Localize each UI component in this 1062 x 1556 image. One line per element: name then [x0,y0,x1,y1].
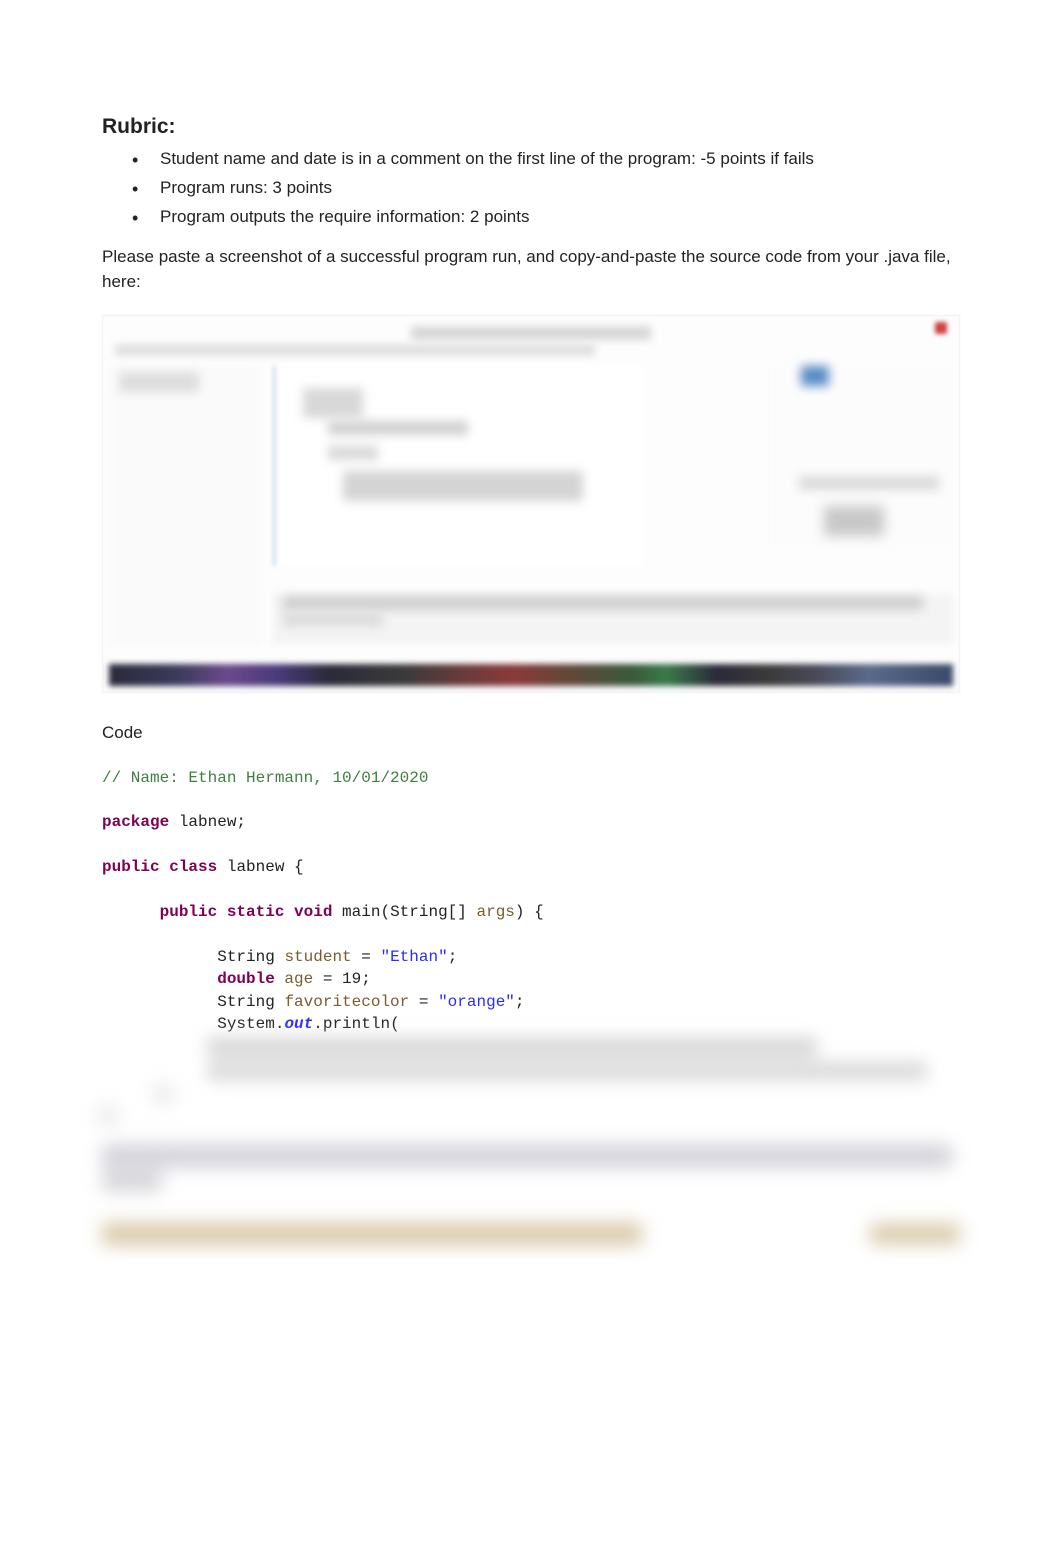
blurred-footer [102,1223,960,1245]
blurred-code-continuation [102,1037,960,1125]
kw-void: void [294,903,332,921]
kw-public: public [160,903,218,921]
blurred-paragraph [102,1145,960,1191]
println: .println( [313,1015,399,1033]
kw-class: class [169,858,217,876]
string-type: String [217,993,284,1011]
args-var: args [476,903,514,921]
rubric-item: Program runs: 3 points [142,174,960,203]
instruction-text: Please paste a screenshot of a successfu… [102,244,960,295]
system: System. [217,1015,284,1033]
string-type: String [217,948,284,966]
out: out [284,1015,313,1033]
kw-package: package [102,813,169,831]
rubric-item: Program outputs the require information:… [142,203,960,232]
favcolor-var: favoritecolor [284,993,409,1011]
rubric-list: Student name and date is in a comment on… [102,145,960,232]
kw-public: public [102,858,160,876]
kw-double: double [217,970,275,988]
kw-static: static [227,903,285,921]
main-sig: main(String[] [332,903,476,921]
class-name: labnew { [217,858,303,876]
rubric-item: Student name and date is in a comment on… [142,145,960,174]
favcolor-val: "orange" [438,993,515,1011]
age-var: age [275,970,313,988]
code-label: Code [102,723,960,743]
code-comment: // Name: Ethan Hermann, 10/01/2020 [102,769,428,787]
student-val: "Ethan" [380,948,447,966]
student-var: student [284,948,351,966]
rubric-heading: Rubric: [102,115,960,139]
ide-screenshot [102,315,960,693]
age-val: = 19; [313,970,371,988]
package-name: labnew; [169,813,246,831]
source-code: // Name: Ethan Hermann, 10/01/2020 packa… [102,767,960,1036]
